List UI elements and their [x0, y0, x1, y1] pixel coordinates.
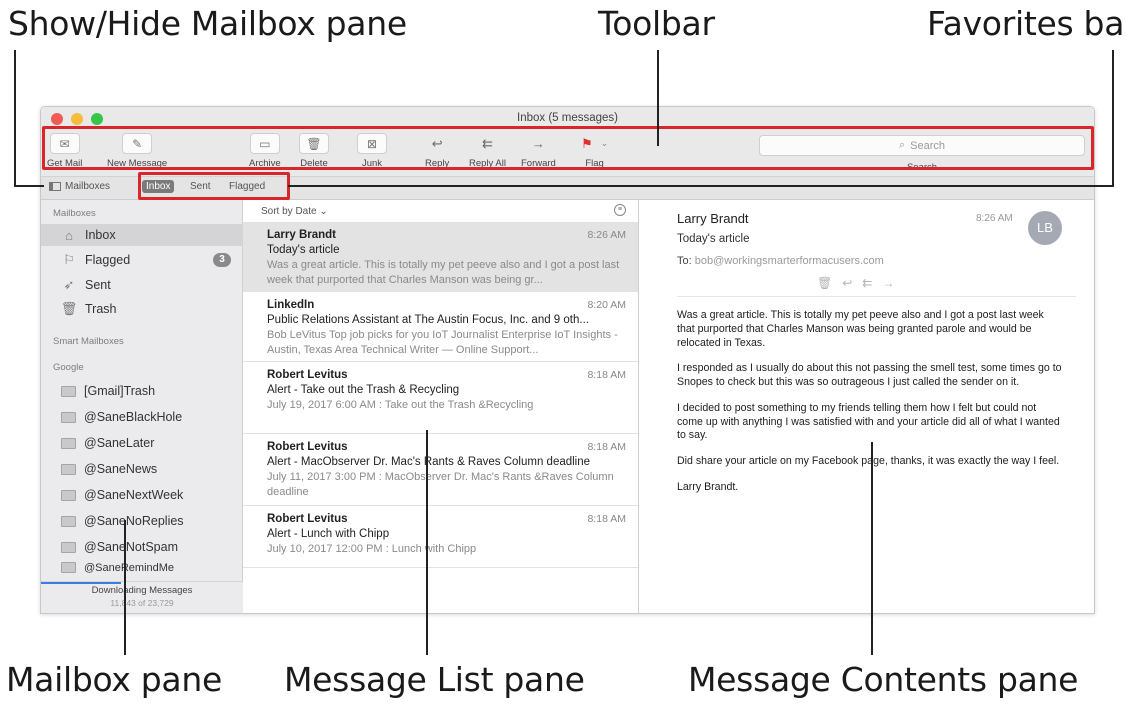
- folder-icon: [61, 411, 76, 423]
- smart-mailboxes-header: Smart Mailboxes: [53, 336, 124, 347]
- message-subject: Today's article: [677, 233, 750, 245]
- download-status: Downloading Messages 11,843 of 23,729: [41, 581, 243, 613]
- sidebar-item-flagged[interactable]: ⚐ Flagged 3: [41, 249, 243, 271]
- divider: [677, 296, 1076, 297]
- sidebar-item-sanenoreplies[interactable]: @SaneNoReplies: [41, 510, 243, 532]
- leader-line: [426, 430, 428, 655]
- leader-line: [288, 185, 1114, 187]
- sidebar-item-sanenotspam[interactable]: @SaneNotSpam: [41, 536, 243, 558]
- leader-line: [657, 50, 659, 146]
- sidebar-item-sanenews[interactable]: @SaneNews: [41, 458, 243, 480]
- sidebar-item-sanenextweek[interactable]: @SaneNextWeek: [41, 484, 243, 506]
- callout-show-hide-mailbox-pane: Show/Hide Mailbox pane: [8, 4, 407, 43]
- sent-icon: ➶: [63, 277, 75, 292]
- message-row[interactable]: Robert Levitus 8:18 AM Alert - Take out …: [243, 362, 638, 434]
- message-row[interactable]: LinkedIn 8:20 AM Public Relations Assist…: [243, 292, 638, 362]
- sidebar-item-saneremindme[interactable]: @SaneRemindMe: [41, 562, 243, 578]
- message-row[interactable]: Robert Levitus 8:18 AM Alert - MacObserv…: [243, 434, 638, 506]
- mailboxes-header: Mailboxes: [53, 208, 96, 219]
- inbox-icon: ⌂: [65, 227, 73, 243]
- toolbar-highlight-box: [42, 126, 1094, 170]
- folder-icon: [61, 489, 76, 501]
- message-actions: 🗑 ↩ ⇇ →: [817, 276, 894, 290]
- sender-name: Larry Brandt: [677, 211, 749, 226]
- mailbox-pane: Mailboxes ⌂ Inbox ⚐ Flagged 3 ➶ Sent 🗑 Trash…: [41, 200, 243, 613]
- reply-icon[interactable]: ↩: [842, 276, 852, 290]
- callout-mailbox-pane: Mailbox pane: [6, 660, 222, 699]
- callout-message-contents-pane: Message Contents pane: [688, 660, 1079, 699]
- google-header: Google: [53, 362, 84, 373]
- forward-icon[interactable]: →: [882, 276, 894, 290]
- message-list-pane: Sort by Date ⌄ ≡ Larry Brandt 8:26 AM To…: [243, 200, 639, 613]
- reply-all-icon[interactable]: ⇇: [862, 276, 872, 290]
- sidebar-toggle-icon: [49, 182, 61, 191]
- callout-message-list-pane: Message List pane: [284, 660, 585, 699]
- folder-icon: [61, 385, 76, 397]
- message-contents-pane: Larry Brandt 8:26 AM LB Today's article …: [639, 200, 1094, 613]
- sidebar-item-saneblackhole[interactable]: @SaneBlackHole: [41, 406, 243, 428]
- folder-icon: [61, 515, 76, 527]
- message-row[interactable]: Larry Brandt 8:26 AM Today's article Was…: [243, 222, 638, 292]
- sidebar-item-trash[interactable]: 🗑 Trash: [41, 298, 243, 320]
- leader-line: [1112, 50, 1114, 187]
- folder-icon: [61, 541, 76, 553]
- callout-toolbar: Toolbar: [598, 4, 715, 43]
- sidebar-item-sent[interactable]: ➶ Sent: [41, 274, 243, 296]
- leader-line: [871, 442, 873, 655]
- show-hide-mailboxes-button[interactable]: Mailboxes: [49, 181, 110, 192]
- folder-icon: [61, 437, 76, 449]
- trash-icon[interactable]: 🗑: [817, 276, 832, 290]
- sidebar-item-inbox[interactable]: ⌂ Inbox: [41, 224, 243, 246]
- favorites-highlight-box: [138, 172, 290, 200]
- trash-icon: 🗑: [60, 301, 78, 316]
- message-row[interactable]: Robert Levitus 8:18 AM Alert - Lunch wit…: [243, 506, 638, 568]
- unread-badge: 3: [213, 253, 231, 267]
- folder-icon: [61, 463, 76, 475]
- download-progress-bar: [41, 582, 121, 584]
- flag-icon: ⚐: [63, 252, 75, 267]
- sidebar-item-sanelater[interactable]: @SaneLater: [41, 432, 243, 454]
- leader-line: [14, 50, 16, 186]
- leader-line: [124, 520, 126, 655]
- sort-by-date-button[interactable]: Sort by Date ⌄ ≡: [243, 200, 638, 222]
- message-time: 8:26 AM: [976, 213, 1013, 224]
- window-title: Inbox (5 messages): [517, 112, 618, 124]
- message-body: Was a great article. This is totally my …: [677, 309, 1062, 493]
- recipient-line: To: bob@workingsmarterformacusers.com: [677, 255, 884, 267]
- folder-icon: [61, 562, 76, 573]
- avatar: LB: [1028, 211, 1062, 245]
- callout-favorites-bar: Favorites bar: [927, 4, 1126, 43]
- sidebar-item-gmail-trash[interactable]: [Gmail]Trash: [41, 380, 243, 402]
- leader-line: [14, 185, 44, 187]
- filter-icon[interactable]: ≡: [614, 204, 626, 216]
